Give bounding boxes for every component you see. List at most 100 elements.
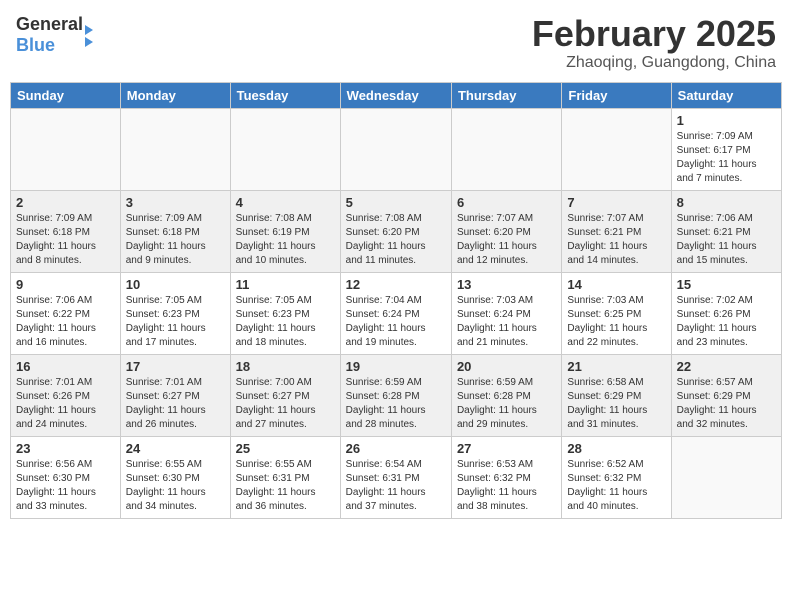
day-number: 2: [16, 195, 115, 210]
day-number: 17: [126, 359, 225, 374]
day-info: Sunrise: 6:58 AM Sunset: 6:29 PM Dayligh…: [567, 376, 665, 432]
day-number: 25: [236, 441, 335, 456]
day-number: 28: [567, 441, 665, 456]
week-row-2: 2 Sunrise: 7:09 AM Sunset: 6:18 PM Daylig…: [11, 190, 782, 272]
day-number: 18: [236, 359, 335, 374]
header-friday: Friday: [562, 82, 671, 108]
day-number: 19: [346, 359, 446, 374]
calendar-cell: 21 Sunrise: 6:58 AM Sunset: 6:29 PM Dayli…: [562, 354, 671, 436]
day-info: Sunrise: 7:08 AM Sunset: 6:20 PM Dayligh…: [346, 212, 446, 268]
day-info: Sunrise: 7:06 AM Sunset: 6:22 PM Dayligh…: [16, 294, 115, 350]
day-number: 8: [677, 195, 776, 210]
day-info: Sunrise: 7:09 AM Sunset: 6:18 PM Dayligh…: [16, 212, 115, 268]
day-info: Sunrise: 6:54 AM Sunset: 6:31 PM Dayligh…: [346, 458, 446, 514]
day-info: Sunrise: 6:57 AM Sunset: 6:29 PM Dayligh…: [677, 376, 776, 432]
logo-blue: Blue: [16, 35, 55, 55]
day-number: 12: [346, 277, 446, 292]
day-number: 1: [677, 113, 776, 128]
calendar-cell: 2 Sunrise: 7:09 AM Sunset: 6:18 PM Daylig…: [11, 190, 121, 272]
header: General Blue February 2025 Zhaoqing, Gua…: [10, 10, 782, 76]
day-info: Sunrise: 6:59 AM Sunset: 6:28 PM Dayligh…: [457, 376, 556, 432]
day-info: Sunrise: 7:08 AM Sunset: 6:19 PM Dayligh…: [236, 212, 335, 268]
calendar-cell: 7 Sunrise: 7:07 AM Sunset: 6:21 PM Daylig…: [562, 190, 671, 272]
day-number: 23: [16, 441, 115, 456]
header-thursday: Thursday: [451, 82, 561, 108]
day-info: Sunrise: 7:01 AM Sunset: 6:27 PM Dayligh…: [126, 376, 225, 432]
day-info: Sunrise: 7:03 AM Sunset: 6:24 PM Dayligh…: [457, 294, 556, 350]
calendar-cell: [120, 108, 230, 190]
day-info: Sunrise: 7:04 AM Sunset: 6:24 PM Dayligh…: [346, 294, 446, 350]
day-number: 22: [677, 359, 776, 374]
calendar-cell: 23 Sunrise: 6:56 AM Sunset: 6:30 PM Dayli…: [11, 436, 121, 518]
day-number: 21: [567, 359, 665, 374]
day-info: Sunrise: 7:02 AM Sunset: 6:26 PM Dayligh…: [677, 294, 776, 350]
calendar-cell: 25 Sunrise: 6:55 AM Sunset: 6:31 PM Dayli…: [230, 436, 340, 518]
day-info: Sunrise: 7:09 AM Sunset: 6:17 PM Dayligh…: [677, 130, 776, 186]
header-sunday: Sunday: [11, 82, 121, 108]
day-number: 10: [126, 277, 225, 292]
day-number: 7: [567, 195, 665, 210]
calendar-cell: 20Sunrise: 6:59 AM Sunset: 6:28 PM Dayli…: [451, 354, 561, 436]
calendar-cell: [11, 108, 121, 190]
calendar-cell: 9 Sunrise: 7:06 AM Sunset: 6:22 PM Daylig…: [11, 272, 121, 354]
title-block: February 2025 Zhaoqing, Guangdong, China: [532, 14, 776, 72]
calendar-cell: [562, 108, 671, 190]
location-title: Zhaoqing, Guangdong, China: [532, 54, 776, 72]
day-number: 26: [346, 441, 446, 456]
day-number: 14: [567, 277, 665, 292]
day-info: Sunrise: 6:55 AM Sunset: 6:30 PM Dayligh…: [126, 458, 225, 514]
day-number: 4: [236, 195, 335, 210]
calendar-cell: 10 Sunrise: 7:05 AM Sunset: 6:23 PM Dayli…: [120, 272, 230, 354]
week-row-4: 16Sunrise: 7:01 AM Sunset: 6:26 PM Dayli…: [11, 354, 782, 436]
logo-text: General Blue: [16, 14, 83, 56]
calendar-cell: [451, 108, 561, 190]
day-number: 27: [457, 441, 556, 456]
day-info: Sunrise: 6:59 AM Sunset: 6:28 PM Dayligh…: [346, 376, 446, 432]
calendar-cell: 27 Sunrise: 6:53 AM Sunset: 6:32 PM Dayli…: [451, 436, 561, 518]
calendar-cell: 17 Sunrise: 7:01 AM Sunset: 6:27 PM Dayli…: [120, 354, 230, 436]
calendar-cell: [671, 436, 781, 518]
calendar-cell: 5Sunrise: 7:08 AM Sunset: 6:20 PM Daylig…: [340, 190, 451, 272]
day-info: Sunrise: 6:53 AM Sunset: 6:32 PM Dayligh…: [457, 458, 556, 514]
day-info: Sunrise: 7:07 AM Sunset: 6:20 PM Dayligh…: [457, 212, 556, 268]
day-number: 13: [457, 277, 556, 292]
day-info: Sunrise: 7:09 AM Sunset: 6:18 PM Dayligh…: [126, 212, 225, 268]
day-info: Sunrise: 7:00 AM Sunset: 6:27 PM Dayligh…: [236, 376, 335, 432]
logo: General Blue: [16, 14, 93, 56]
week-row-5: 23 Sunrise: 6:56 AM Sunset: 6:30 PM Dayli…: [11, 436, 782, 518]
calendar-cell: [230, 108, 340, 190]
logo-general: General: [16, 14, 83, 34]
calendar: SundayMondayTuesdayWednesdayThursdayFrid…: [10, 82, 782, 519]
day-number: 3: [126, 195, 225, 210]
day-number: 11: [236, 277, 335, 292]
day-info: Sunrise: 7:01 AM Sunset: 6:26 PM Dayligh…: [16, 376, 115, 432]
calendar-cell: 18 Sunrise: 7:00 AM Sunset: 6:27 PM Dayli…: [230, 354, 340, 436]
calendar-cell: 15 Sunrise: 7:02 AM Sunset: 6:26 PM Dayli…: [671, 272, 781, 354]
day-info: Sunrise: 7:03 AM Sunset: 6:25 PM Dayligh…: [567, 294, 665, 350]
day-info: Sunrise: 7:07 AM Sunset: 6:21 PM Dayligh…: [567, 212, 665, 268]
calendar-header-row: SundayMondayTuesdayWednesdayThursdayFrid…: [11, 82, 782, 108]
calendar-cell: 28 Sunrise: 6:52 AM Sunset: 6:32 PM Dayli…: [562, 436, 671, 518]
header-tuesday: Tuesday: [230, 82, 340, 108]
day-info: Sunrise: 7:05 AM Sunset: 6:23 PM Dayligh…: [126, 294, 225, 350]
day-number: 9: [16, 277, 115, 292]
day-info: Sunrise: 6:52 AM Sunset: 6:32 PM Dayligh…: [567, 458, 665, 514]
calendar-cell: 13 Sunrise: 7:03 AM Sunset: 6:24 PM Dayli…: [451, 272, 561, 354]
calendar-cell: 11 Sunrise: 7:05 AM Sunset: 6:23 PM Dayli…: [230, 272, 340, 354]
day-info: Sunrise: 6:55 AM Sunset: 6:31 PM Dayligh…: [236, 458, 335, 514]
calendar-cell: 19 Sunrise: 6:59 AM Sunset: 6:28 PM Dayli…: [340, 354, 451, 436]
calendar-cell: 16Sunrise: 7:01 AM Sunset: 6:26 PM Dayli…: [11, 354, 121, 436]
week-row-3: 9 Sunrise: 7:06 AM Sunset: 6:22 PM Daylig…: [11, 272, 782, 354]
calendar-cell: 4 Sunrise: 7:08 AM Sunset: 6:19 PM Daylig…: [230, 190, 340, 272]
calendar-cell: 6Sunrise: 7:07 AM Sunset: 6:20 PM Daylig…: [451, 190, 561, 272]
calendar-cell: 24Sunrise: 6:55 AM Sunset: 6:30 PM Dayli…: [120, 436, 230, 518]
day-info: Sunrise: 6:56 AM Sunset: 6:30 PM Dayligh…: [16, 458, 115, 514]
day-number: 15: [677, 277, 776, 292]
calendar-cell: 3 Sunrise: 7:09 AM Sunset: 6:18 PM Daylig…: [120, 190, 230, 272]
header-wednesday: Wednesday: [340, 82, 451, 108]
calendar-cell: 26 Sunrise: 6:54 AM Sunset: 6:31 PM Dayli…: [340, 436, 451, 518]
month-title: February 2025: [532, 14, 776, 54]
day-info: Sunrise: 7:05 AM Sunset: 6:23 PM Dayligh…: [236, 294, 335, 350]
day-info: Sunrise: 7:06 AM Sunset: 6:21 PM Dayligh…: [677, 212, 776, 268]
calendar-cell: 22 Sunrise: 6:57 AM Sunset: 6:29 PM Dayli…: [671, 354, 781, 436]
